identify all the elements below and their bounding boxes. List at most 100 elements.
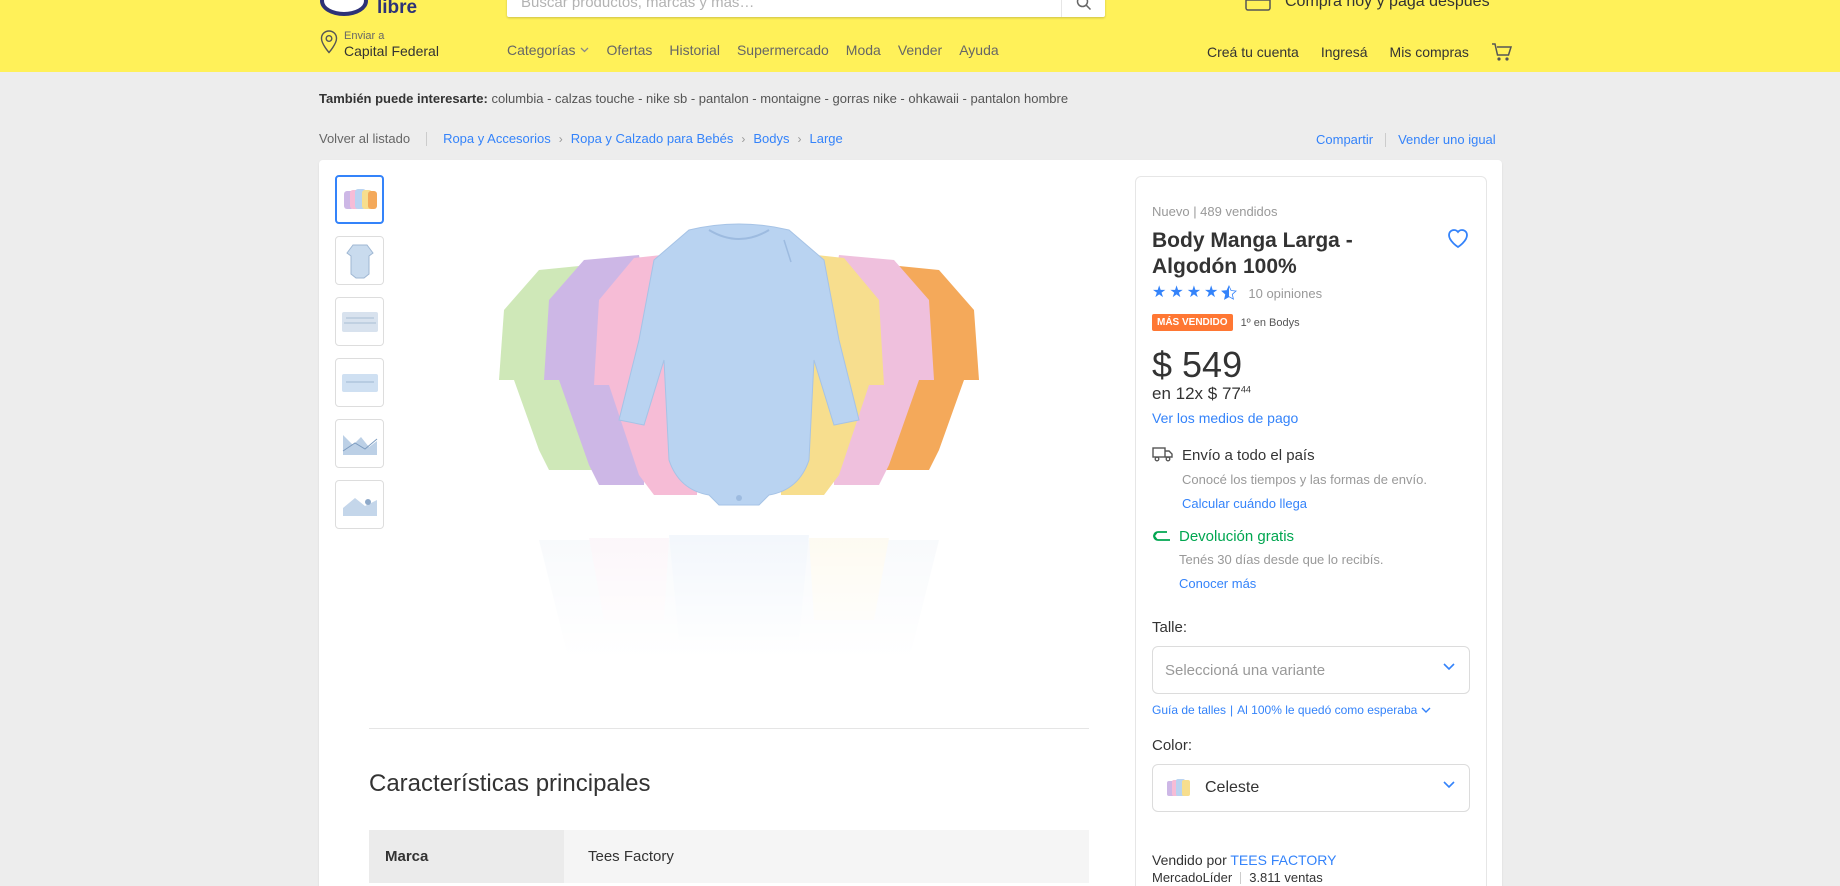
size-placeholder: Seleccioná una variante (1165, 661, 1326, 679)
promo-banner[interactable]: Comprá hoy y pagá después (1245, 0, 1490, 12)
product-main-image[interactable] (439, 220, 1039, 660)
back-to-list-link[interactable]: Volver al listado (319, 131, 410, 146)
thumbnail-stack-image (342, 434, 377, 455)
return-arrow-icon (1152, 531, 1170, 541)
thumbnail[interactable] (335, 480, 384, 529)
seller-sales: 3.811 ventas (1249, 870, 1323, 885)
share-divider (1385, 132, 1387, 147)
heart-icon[interactable] (1446, 227, 1470, 249)
nav-categories-label: Categorías (507, 42, 576, 58)
nav-moda[interactable]: Moda (846, 42, 881, 58)
thumbnail[interactable] (335, 175, 384, 224)
create-account-link[interactable]: Creá tu cuenta (1207, 44, 1299, 60)
thumbnail-detail-image (341, 373, 378, 392)
breadcrumb-divider (426, 131, 428, 146)
nav-historial[interactable]: Historial (669, 42, 720, 58)
star-icon: ★ (1204, 284, 1219, 301)
search-icon (1076, 0, 1091, 10)
seller-reputation: MercadoLíder 3.811 ventas (1152, 870, 1323, 885)
shipping-info: Envío a todo el país Conocé los tiempos … (1182, 447, 1427, 511)
installments-amount: en 12x $ 77 (1152, 384, 1241, 403)
features-title: Características principales (369, 770, 651, 797)
thumbnail[interactable] (335, 419, 384, 468)
thumbnail-list (335, 175, 384, 529)
nav-vender[interactable]: Vender (898, 42, 942, 58)
login-link[interactable]: Ingresá (1321, 44, 1368, 60)
chevron-down-icon (1421, 707, 1431, 713)
site-header: libre Comprá hoy y pagá después Enviar a… (0, 0, 1840, 72)
category-rank: 1º en Bodys (1240, 316, 1300, 329)
seller-prefix: Vendido por (1152, 852, 1227, 868)
search-input[interactable] (507, 0, 1062, 17)
breadcrumb-item[interactable]: Ropa y Accesorios (443, 131, 551, 146)
seller-divider (1240, 871, 1242, 884)
search-bar (507, 0, 1105, 17)
color-swatch-image (1167, 779, 1190, 796)
thumbnail-closeup-image (342, 497, 377, 516)
location-city: Capital Federal (344, 43, 439, 59)
feature-value: Tees Factory (564, 830, 1089, 883)
condition-sold: Nuevo | 489 vendidos (1152, 204, 1278, 219)
suggestions-line: También puede interesarte: columbia - ca… (319, 91, 1068, 106)
nav-supermercado[interactable]: Supermercado (737, 42, 829, 58)
nav-categories[interactable]: Categorías (507, 42, 589, 58)
nav-ayuda[interactable]: Ayuda (959, 42, 998, 58)
star-icon: ★ (1169, 284, 1184, 301)
chevron-down-icon (1443, 781, 1455, 789)
seller-level: MercadoLíder (1152, 870, 1233, 885)
thumbnail[interactable] (335, 236, 384, 285)
site-logo[interactable]: libre (320, 0, 420, 20)
cart-icon[interactable] (1491, 42, 1513, 62)
payment-methods-link[interactable]: Ver los medios de pago (1152, 410, 1298, 426)
chevron-right-icon: › (741, 131, 746, 146)
return-info: Devolución gratis Tenés 30 días desde qu… (1179, 528, 1384, 591)
thumbnail[interactable] (335, 358, 384, 407)
calculate-shipping-link[interactable]: Calcular cuándo llega (1182, 496, 1427, 511)
color-select[interactable]: Celeste (1152, 764, 1470, 812)
chevron-right-icon: › (797, 131, 802, 146)
breadcrumb-item[interactable]: Bodys (753, 131, 789, 146)
color-value: Celeste (1205, 779, 1260, 796)
size-select[interactable]: Seleccioná una variante (1152, 646, 1470, 694)
share-links: Compartir Vender uno igual (1316, 132, 1496, 147)
delivery-location[interactable]: Enviar a Capital Federal (320, 30, 439, 59)
thumbnail[interactable] (335, 297, 384, 346)
seller-link[interactable]: TEES FACTORY (1230, 852, 1336, 868)
nav-ofertas[interactable]: Ofertas (606, 42, 652, 58)
thumbnail-onesies-image (343, 188, 377, 209)
chevron-down-icon (581, 47, 589, 53)
suggestions-label: También puede interesarte: (319, 91, 488, 106)
section-divider (369, 728, 1089, 729)
shipping-subtitle: Conocé los tiempos y las formas de envío… (1182, 472, 1427, 487)
best-seller[interactable]: MÁS VENDIDO 1º en Bodys (1152, 314, 1300, 331)
breadcrumb-item[interactable]: Large (809, 131, 842, 146)
return-learn-more-link[interactable]: Conocer más (1179, 576, 1384, 591)
return-subtitle: Tenés 30 días desde que lo recibís. (1179, 552, 1384, 567)
rating[interactable]: ★ ★ ★ ★ 10 opiniones (1152, 285, 1322, 301)
wallet-icon (1245, 0, 1271, 11)
size-fit-link[interactable]: Al 100% le quedó como esperaba (1237, 703, 1417, 717)
seller-info: Vendido por TEES FACTORY (1152, 852, 1336, 868)
chevron-down-icon (1443, 663, 1455, 671)
location-text: Enviar a Capital Federal (344, 30, 439, 59)
breadcrumb-item[interactable]: Ropa y Calzado para Bebés (571, 131, 734, 146)
location-label: Enviar a (344, 30, 385, 42)
size-guide-separator: | (1230, 703, 1234, 717)
my-purchases-link[interactable]: Mis compras (1390, 44, 1469, 60)
feature-key: Marca (369, 830, 564, 883)
installments: en 12x $ 7744 (1152, 384, 1251, 404)
features-table: Marca Tees Factory (369, 830, 1089, 883)
chevron-right-icon: › (558, 131, 563, 146)
suggestions-items[interactable]: columbia - calzas touche - nike sb - pan… (491, 91, 1068, 106)
logo-text: libre (377, 0, 418, 18)
sell-same-link[interactable]: Vender uno igual (1398, 132, 1496, 147)
product-title: Body Manga Larga - Algodón 100% (1152, 229, 1353, 278)
search-button[interactable] (1061, 0, 1105, 17)
size-guide-link[interactable]: Guía de talles (1152, 703, 1226, 717)
size-guide: Guía de talles | Al 100% le quedó como e… (1152, 703, 1431, 717)
share-link[interactable]: Compartir (1316, 132, 1373, 147)
table-row: Marca Tees Factory (369, 830, 1089, 883)
product-price: $ 549 (1152, 344, 1243, 385)
logo-handshake-icon (320, 0, 368, 16)
thumbnail-onesie-image (345, 244, 374, 278)
